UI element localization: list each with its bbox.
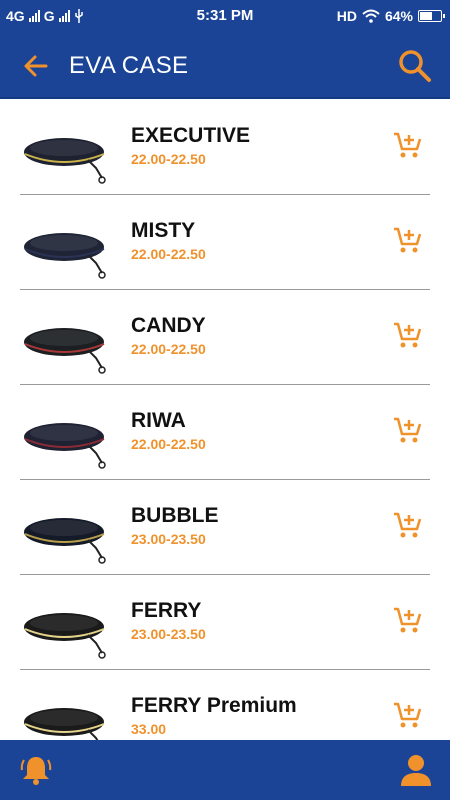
product-row[interactable]: BUBBLE 23.00-23.50 bbox=[0, 480, 450, 575]
product-image bbox=[24, 613, 106, 659]
hd-label: HD bbox=[336, 8, 357, 24]
battery-percent: 64% bbox=[384, 8, 413, 24]
product-price: 23.00-23.50 bbox=[131, 626, 206, 642]
battery-fill bbox=[420, 12, 433, 20]
product-image bbox=[24, 233, 106, 279]
app-bar: EVA CASE bbox=[0, 32, 450, 99]
product-name: CANDY bbox=[131, 314, 206, 337]
search-icon[interactable] bbox=[398, 49, 432, 83]
wifi-icon bbox=[362, 9, 380, 23]
add-to-cart-icon[interactable] bbox=[392, 700, 422, 730]
add-to-cart-icon[interactable] bbox=[392, 320, 422, 350]
add-to-cart-icon[interactable] bbox=[392, 605, 422, 635]
product-price: 22.00-22.50 bbox=[131, 151, 206, 167]
product-name: RIWA bbox=[131, 409, 186, 432]
product-row[interactable]: FERRY Premium 33.00 bbox=[0, 670, 450, 740]
product-price: 22.00-22.50 bbox=[131, 246, 206, 262]
user-icon[interactable] bbox=[398, 752, 434, 788]
product-row[interactable]: CANDY 22.00-22.50 bbox=[0, 290, 450, 385]
bottom-bar bbox=[0, 740, 450, 800]
arrow-left-icon[interactable] bbox=[22, 52, 50, 80]
product-name: EXECUTIVE bbox=[131, 124, 251, 147]
status-bar: 4G G 5:31 PM HD 64% bbox=[0, 0, 450, 32]
product-row[interactable]: MISTY 22.00-22.50 bbox=[0, 195, 450, 290]
add-to-cart-icon[interactable] bbox=[392, 510, 422, 540]
product-name: BUBBLE bbox=[131, 504, 219, 527]
product-list: EXECUTIVE 22.00-22.50 MISTY 22.00-22.50 bbox=[0, 100, 450, 740]
add-to-cart-icon[interactable] bbox=[392, 415, 422, 445]
add-to-cart-icon[interactable] bbox=[392, 130, 422, 160]
product-image bbox=[24, 328, 106, 374]
product-name: FERRY bbox=[131, 599, 202, 622]
product-price: 33.00 bbox=[131, 721, 167, 737]
product-row[interactable]: FERRY 23.00-23.50 bbox=[0, 575, 450, 670]
product-image bbox=[24, 518, 106, 564]
page-title: EVA CASE bbox=[69, 52, 189, 79]
product-price: 23.00-23.50 bbox=[131, 531, 206, 547]
product-row[interactable]: RIWA 22.00-22.50 bbox=[0, 385, 450, 480]
product-name: MISTY bbox=[131, 219, 196, 242]
product-name: FERRY Premium bbox=[131, 694, 297, 717]
bell-icon[interactable] bbox=[18, 752, 54, 788]
product-price: 22.00-22.50 bbox=[131, 341, 206, 357]
product-image bbox=[24, 138, 106, 184]
product-price: 22.00-22.50 bbox=[131, 436, 206, 452]
product-row[interactable]: EXECUTIVE 22.00-22.50 bbox=[0, 100, 450, 195]
status-right: HD 64% bbox=[336, 8, 445, 24]
product-image bbox=[24, 708, 105, 740]
add-to-cart-icon[interactable] bbox=[392, 225, 422, 255]
product-image bbox=[24, 423, 106, 469]
battery-icon bbox=[418, 10, 445, 22]
